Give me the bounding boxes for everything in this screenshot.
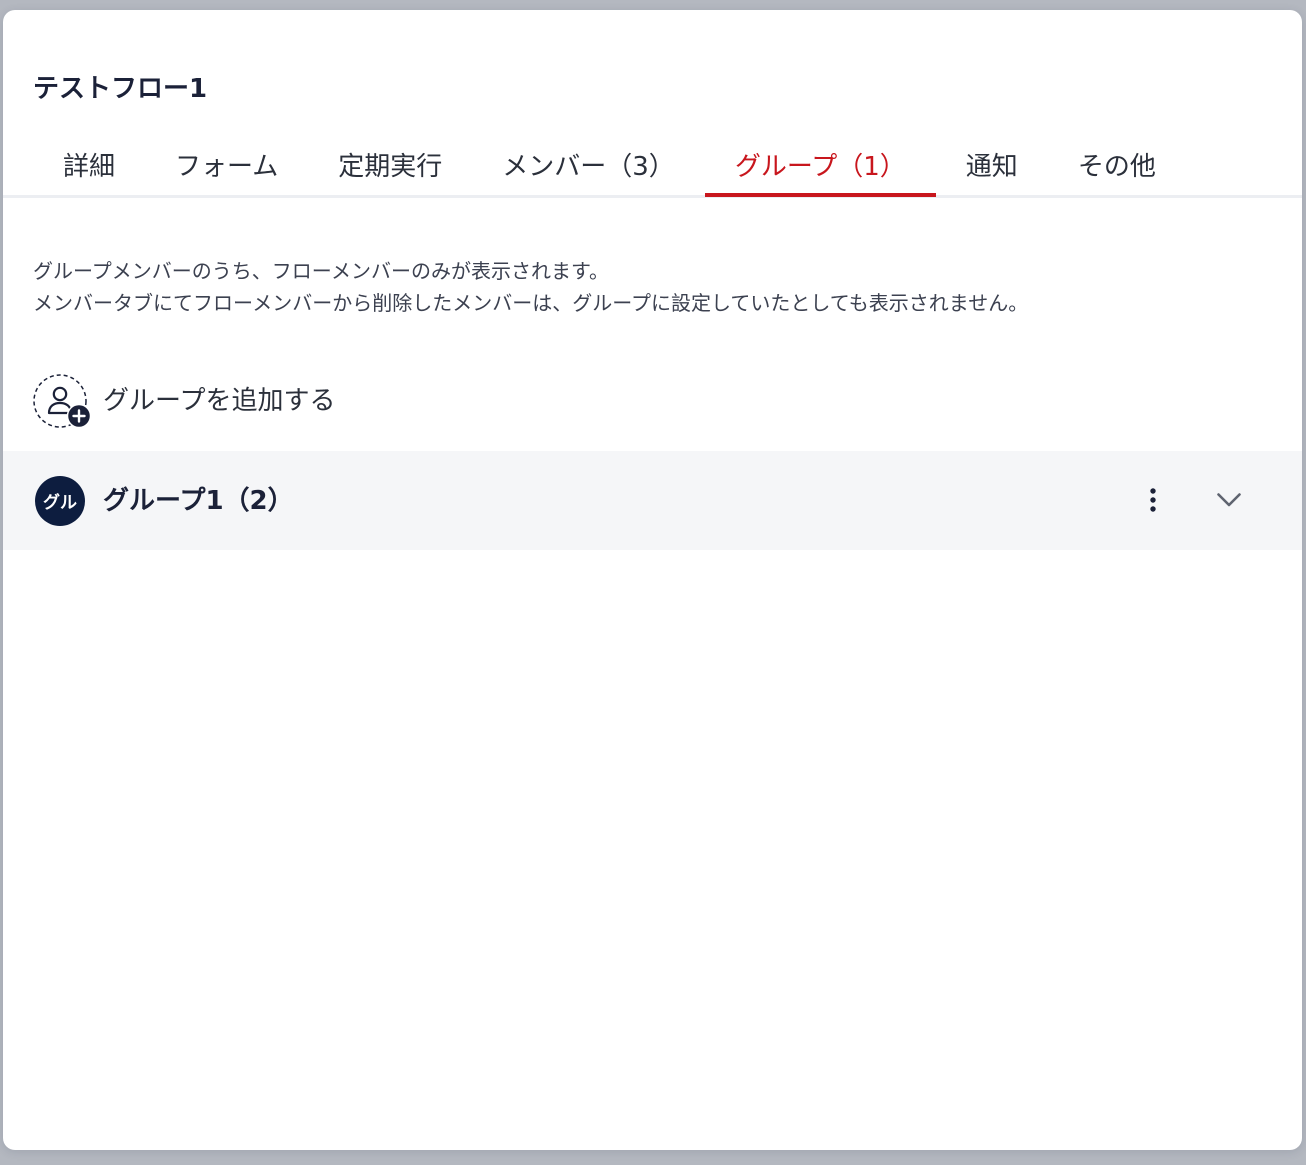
add-group-button[interactable]: グループを追加する	[33, 374, 336, 429]
group-name: グループ1（2）	[103, 485, 294, 516]
tab-bar: 詳細 フォーム 定期実行 メンバー（3） グループ（1） 通知 その他	[33, 144, 1186, 197]
group-expand-button[interactable]	[1209, 480, 1249, 520]
notice-line-1: グループメンバーのうち、フローメンバーのみが表示されます。	[33, 259, 609, 283]
tab-other[interactable]: その他	[1048, 144, 1186, 197]
group-avatar: グル	[35, 475, 85, 526]
group-row-header: グル グループ1（2）	[35, 451, 294, 550]
flow-settings-dialog: テストフロー1 詳細 フォーム 定期実行 メンバー（3） グループ（1） 通知 …	[3, 10, 1302, 1150]
tab-form[interactable]: フォーム	[145, 144, 308, 197]
notice-line-2: メンバータブにてフローメンバーから削除したメンバーは、グループに設定していたとし…	[33, 291, 1029, 315]
add-person-icon	[33, 374, 92, 429]
tab-groups[interactable]: グループ（1）	[704, 144, 936, 197]
tab-details[interactable]: 詳細	[33, 144, 145, 197]
group-menu-button[interactable]	[1133, 480, 1173, 520]
more-vertical-icon	[1149, 487, 1157, 513]
chevron-down-icon	[1217, 493, 1241, 507]
tab-notifications[interactable]: 通知	[936, 144, 1048, 197]
add-group-label: グループを追加する	[103, 386, 336, 416]
group-notice: グループメンバーのうち、フローメンバーのみが表示されます。 メンバータブにてフロ…	[33, 255, 1028, 319]
tab-members[interactable]: メンバー（3）	[472, 144, 705, 197]
tab-schedule[interactable]: 定期実行	[308, 144, 472, 197]
group-row[interactable]: グル グループ1（2）	[3, 451, 1302, 550]
dialog-title: テストフロー1	[33, 74, 208, 104]
